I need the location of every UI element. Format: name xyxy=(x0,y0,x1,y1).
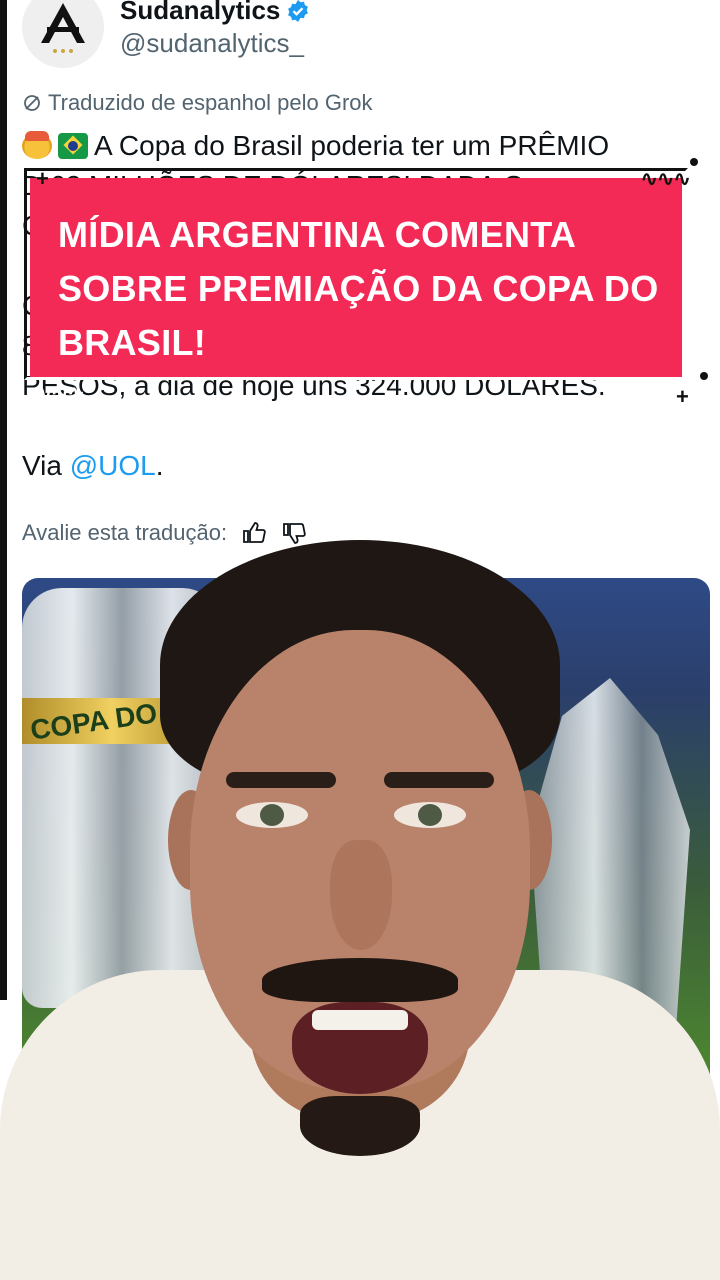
presenter-teeth xyxy=(312,1010,408,1030)
presenter-photo xyxy=(0,540,720,1280)
tweet-via-line: Via @UOL. xyxy=(22,446,702,486)
presenter-eye xyxy=(236,802,308,828)
translate-icon xyxy=(24,95,40,111)
author-handle[interactable]: @sudanalytics_ xyxy=(120,28,310,59)
translated-note: Traduzido de espanhol pelo Grok xyxy=(22,90,373,116)
headline-text: MÍDIA ARGENTINA COMENTA SOBRE PREMIAÇÃO … xyxy=(58,214,659,363)
dot-decoration xyxy=(690,158,698,166)
presenter-beard xyxy=(300,1096,420,1156)
presenter-eyebrow xyxy=(384,772,494,788)
sudanalytics-logo-icon xyxy=(41,3,85,53)
verified-badge-icon xyxy=(288,0,309,22)
presenter-eye xyxy=(394,802,466,828)
via-text: Via xyxy=(22,450,70,481)
author-names: Sudanalytics @sudanalytics_ xyxy=(120,0,310,59)
translated-note-text: Traduzido de espanhol pelo Grok xyxy=(48,90,373,115)
brazil-flag-emoji-icon xyxy=(58,133,88,159)
via-suffix: . xyxy=(155,450,164,481)
author-display-name[interactable]: Sudanalytics xyxy=(120,0,310,26)
tweet-line-text: A Copa do Brasil poderia ter um PRÊMIO xyxy=(94,130,610,161)
uol-mention-link[interactable]: @UOL xyxy=(70,450,156,481)
exploding-head-emoji-icon xyxy=(22,131,52,159)
display-name-text: Sudanalytics xyxy=(120,0,281,25)
plus-decoration-icon: + xyxy=(36,166,49,191)
presenter-mustache xyxy=(262,958,458,1002)
tweet-line-8 xyxy=(22,406,702,446)
zigzag-decoration-icon: ∿∿∿ xyxy=(34,380,85,405)
presenter-nose xyxy=(330,840,392,950)
tweet-line-1: A Copa do Brasil poderia ter um PRÊMIO xyxy=(22,126,702,166)
plus-decoration-icon: + xyxy=(676,384,689,409)
plus-decoration-icon: + xyxy=(688,190,701,215)
tweet-header: Sudanalytics @sudanalytics_ xyxy=(22,0,310,72)
dot-decoration xyxy=(700,372,708,380)
avatar[interactable] xyxy=(22,0,104,68)
zigzag-decoration-icon: ∿∿∿ xyxy=(640,166,691,191)
presenter-eyebrow xyxy=(226,772,336,788)
